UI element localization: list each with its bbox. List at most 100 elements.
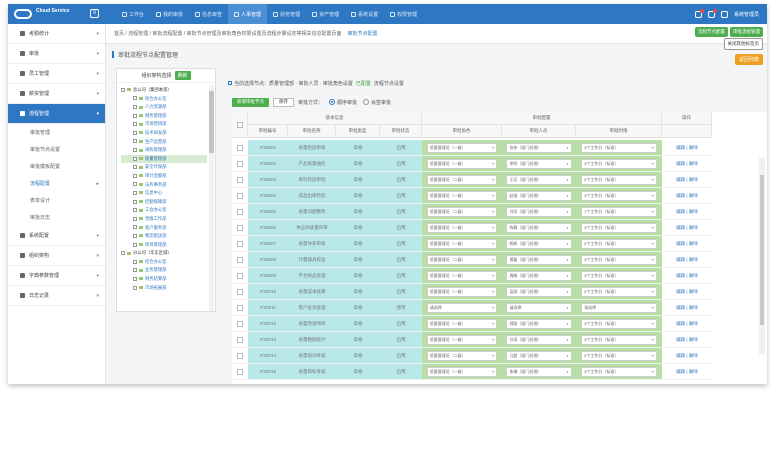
limit-select[interactable]: 5个工作日（标准） ▾: [581, 350, 657, 361]
tree-node[interactable]: 市场营销部: [121, 120, 207, 129]
sidebar-subitem[interactable]: 表单设计: [8, 192, 105, 209]
person-select[interactable]: 吴刚（部门经理） ▾: [506, 286, 572, 297]
table-row[interactable]: PX0012 质量改进项目 常规 启用 质量管理员（一级） ▾ 郑丽（部门经理） ▾ 3个工作日…: [232, 316, 712, 332]
table-row[interactable]: PX0014 质量培训考核 常规 启用 质量管理员（二级） ▾ 马超（部门经理） ▾ 5个工作日…: [232, 348, 712, 364]
tree-node[interactable]: 质量管理部: [121, 154, 207, 164]
tree-node[interactable]: 物流配送部: [121, 232, 207, 241]
limit-select[interactable]: 3个工作日（标准） ▾: [581, 190, 657, 201]
table-row[interactable]: PX0011 客户投诉处理 常规 停用 请选择 ▾ 请选择 ▾ 请选择 ▾ 编辑 | 删除: [232, 300, 712, 316]
column-header[interactable]: 审批角色: [422, 125, 502, 138]
row-checkbox[interactable]: [237, 224, 243, 231]
table-row[interactable]: PX0004 成品出库检验 常规 启用 质量管理员（一级） ▾ 赵强（部门经理） ▾ 3个工作日…: [232, 188, 712, 204]
limit-select[interactable]: 3个工作日（标准） ▾: [581, 334, 657, 345]
select-all-checkbox[interactable]: [236, 121, 243, 128]
column-header[interactable]: 审批类型: [336, 125, 380, 138]
sidebar-item[interactable]: 考勤统计 ▾: [8, 24, 105, 44]
tree-node[interactable]: 生产运营部: [121, 138, 207, 147]
radio-countersign[interactable]: [363, 99, 370, 105]
sidebar-subitem[interactable]: 流程配置 ▸: [8, 175, 105, 192]
role-select[interactable]: 质量管理员（二级） ▾: [426, 174, 498, 185]
tree-toggle-icon[interactable]: [121, 87, 125, 92]
tree-toggle-icon[interactable]: [133, 268, 137, 273]
tree-toggle-icon[interactable]: [133, 105, 137, 110]
tree-toggle-icon[interactable]: [133, 190, 137, 195]
tree-toggle-icon[interactable]: [133, 208, 137, 213]
row-checkbox[interactable]: [237, 320, 243, 327]
radio-sequential[interactable]: [329, 99, 336, 105]
table-row[interactable]: PX0008 计量器具校准 常规 启用 质量管理员（二级） ▾ 黄磊（部门经理） ▾ 3个工作日…: [232, 252, 712, 268]
tree-toggle-icon[interactable]: [133, 113, 137, 118]
sidebar-subitem[interactable]: 审批节点设置: [8, 141, 105, 158]
sidebar-item[interactable]: 流程管理 ▾: [8, 104, 105, 124]
row-actions[interactable]: 编辑 | 删除: [676, 321, 698, 327]
sidebar-item[interactable]: 组织架构 ▾: [8, 246, 105, 266]
person-select[interactable]: 马超（部门经理） ▾: [506, 350, 572, 361]
back-button[interactable]: 返回列表: [734, 54, 763, 65]
tree-toggle-icon[interactable]: [133, 173, 137, 178]
tree-node[interactable]: 后勤保障部: [121, 198, 207, 207]
row-checkbox[interactable]: [237, 304, 243, 311]
role-select[interactable]: 质量管理员（一级） ▾: [426, 222, 498, 233]
tree-node[interactable]: 人力资源部: [121, 103, 207, 112]
tree-node[interactable]: 市场拓展部: [121, 284, 207, 293]
tree-toggle-icon[interactable]: [133, 216, 137, 221]
tree-node[interactable]: 项目管理部: [121, 241, 207, 250]
role-select[interactable]: 质量管理员（一级） ▾: [426, 270, 498, 281]
person-select[interactable]: 赵强（部门经理） ▾: [506, 190, 572, 201]
row-checkbox[interactable]: [237, 176, 243, 183]
tree-toggle-icon[interactable]: [133, 139, 137, 144]
nav-tab[interactable]: 系统设置: [345, 4, 384, 24]
person-select[interactable]: 周敏（部门经理） ▾: [506, 270, 572, 281]
role-select[interactable]: 质量管理员（一级） ▾: [426, 190, 498, 201]
limit-select[interactable]: 7个工作日（标准） ▾: [581, 206, 657, 217]
table-scrollbar[interactable]: [759, 157, 765, 355]
row-checkbox[interactable]: [237, 192, 243, 199]
row-actions[interactable]: 编辑 | 删除: [676, 209, 698, 215]
user-name[interactable]: 系统管理员: [734, 11, 759, 18]
limit-select[interactable]: 请选择 ▾: [581, 302, 657, 313]
brand-logo[interactable]: Cloud Service: [14, 6, 78, 22]
nav-tab[interactable]: 信息审查: [189, 4, 228, 24]
tree-toggle-icon[interactable]: [133, 148, 137, 153]
limit-select[interactable]: 5个工作日（标准） ▾: [581, 174, 657, 185]
tree-node[interactable]: 综合办公室: [121, 95, 207, 104]
column-header[interactable]: 审批时限: [576, 125, 662, 138]
table-row[interactable]: PX0015 质量目标考核 常规 启用 质量管理员（一级） ▾ 朱琳（部门经理） ▾ 3个工作日…: [232, 364, 712, 380]
row-actions[interactable]: 编辑 | 删除: [676, 289, 698, 295]
column-header[interactable]: 审批人员: [502, 125, 576, 138]
role-select[interactable]: 质量管理员（一级） ▾: [426, 286, 498, 297]
table-row[interactable]: PX0001 质量检验审核 常规 启用 质量管理员（一级） ▾ 张伟（部门经理） ▾ 3个工作日…: [232, 140, 712, 156]
sidebar-item[interactable]: 审批 ▾: [8, 44, 105, 64]
role-select[interactable]: 质量管理员（一级） ▾: [426, 334, 498, 345]
limit-select[interactable]: 5个工作日（标准） ▾: [581, 238, 657, 249]
limit-select[interactable]: 3个工作日（标准） ▾: [581, 222, 657, 233]
tree-node[interactable]: 客户服务部: [121, 224, 207, 233]
row-actions[interactable]: 编辑 | 删除: [676, 305, 698, 311]
tree-toggle-icon[interactable]: [133, 130, 137, 135]
tree-node[interactable]: 财务管理部: [121, 112, 207, 121]
row-actions[interactable]: 编辑 | 删除: [676, 177, 698, 183]
table-row[interactable]: PX0009 不合格品处理 常规 启用 质量管理员（一级） ▾ 周敏（部门经理） ▾ 3个工作日…: [232, 268, 712, 284]
tree-node[interactable]: 党群工作部: [121, 215, 207, 224]
tree-node[interactable]: 分公司（华东区域）: [121, 249, 207, 258]
person-select[interactable]: 孙涛（部门经理） ▾: [506, 334, 572, 345]
nav-tab[interactable]: 资产管理: [306, 4, 345, 24]
row-checkbox[interactable]: [237, 160, 243, 167]
row-actions[interactable]: 编辑 | 删除: [676, 145, 698, 151]
role-select[interactable]: 质量管理员（二级） ▾: [426, 254, 498, 265]
table-row[interactable]: PX0002 产品质量抽检 常规 启用 质量管理员（一级） ▾ 李明（部门经理） ▾ 3个工作日…: [232, 156, 712, 172]
sidebar-item[interactable]: 系统配置 ▾: [8, 226, 105, 246]
row-actions[interactable]: 编辑 | 删除: [676, 225, 698, 231]
column-header[interactable]: 审批名称: [288, 125, 336, 138]
row-actions[interactable]: 编辑 | 删除: [676, 257, 698, 263]
tree-node[interactable]: 采购管理部: [121, 146, 207, 155]
role-select[interactable]: 质量管理员（二级） ▾: [426, 350, 498, 361]
person-select[interactable]: 刘洋（部门经理） ▾: [506, 206, 572, 217]
tree-toggle-icon[interactable]: [133, 233, 137, 238]
close-other-tabs-button[interactable]: 关闭其他标签页: [723, 38, 763, 50]
tree-node[interactable]: 综合办公室: [121, 258, 207, 267]
tree-toggle-icon[interactable]: [133, 285, 137, 290]
limit-select[interactable]: 3个工作日（标准） ▾: [581, 318, 657, 329]
add-node-button[interactable]: 新增审批节点: [232, 97, 269, 107]
role-select[interactable]: 质量管理员（一级） ▾: [426, 142, 498, 153]
